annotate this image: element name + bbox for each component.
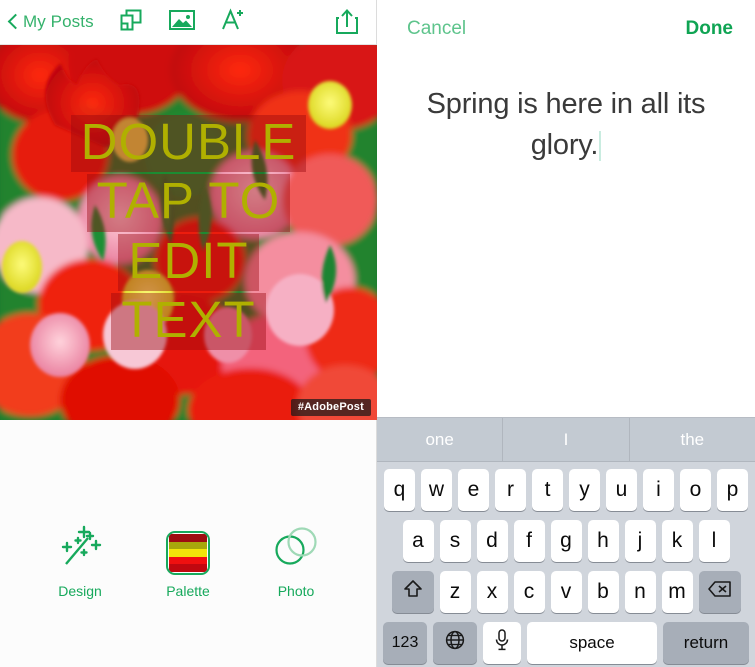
post-canvas[interactable]: DOUBLE TAP TO EDIT TEXT #AdobePost [0,45,377,420]
canvas-text-line: TAP TO [86,174,291,232]
back-button-label: My Posts [23,12,94,31]
palette-tool-button[interactable]: Palette [145,531,231,599]
suggestion-item[interactable]: one [377,418,504,461]
palette-swatch [169,564,207,572]
canvas-text-line: EDIT [118,233,259,291]
palette-swatch [169,534,207,542]
chevron-left-icon [8,13,19,31]
microphone-icon [493,628,511,658]
key-r[interactable]: r [495,469,526,511]
numbers-key[interactable]: 123 [383,622,427,664]
key-s[interactable]: s [439,520,471,562]
keyboard-row-2: a s d f g h j k l [380,520,752,562]
text-editor-header: Cancel Done [377,0,755,58]
key-q[interactable]: q [384,469,415,511]
key-t[interactable]: t [532,469,563,511]
key-c[interactable]: c [513,571,545,613]
key-l[interactable]: l [698,520,730,562]
text-caret [599,131,602,162]
suggestion-item[interactable]: the [630,418,755,461]
post-editor-panel: My Posts DOUBLE TAP TO EDIT TEXT #AdobeP… [0,0,377,667]
on-screen-keyboard: one I the q w e r t y u i o p a s d f g … [377,417,755,667]
canvas-text-overlay[interactable]: DOUBLE TAP TO EDIT TEXT [0,45,377,420]
key-w[interactable]: w [421,469,452,511]
cancel-button[interactable]: Cancel [407,18,466,40]
backspace-icon [707,579,733,605]
suggestion-item[interactable]: I [503,418,630,461]
key-a[interactable]: a [402,520,434,562]
design-tool-button[interactable]: Design [37,524,123,599]
palette-icon [166,531,210,575]
key-k[interactable]: k [661,520,693,562]
key-o[interactable]: o [680,469,711,511]
key-e[interactable]: e [458,469,489,511]
palette-swatch [169,541,207,550]
photo-tool-label: Photo [277,583,315,599]
toolbar-icon-group [118,0,246,45]
keyboard-row-3: z x c v b n m [380,571,752,613]
key-x[interactable]: x [476,571,508,613]
key-u[interactable]: u [606,469,637,511]
key-m[interactable]: m [661,571,693,613]
duplicate-layers-icon[interactable] [118,7,144,38]
microphone-key[interactable] [483,622,521,664]
design-tool-label: Design [58,583,102,599]
keyboard-row-1: q w e r t y u i o p [380,469,752,511]
palette-swatch [169,549,207,557]
keyboard-row-4: 123 space return [380,622,752,664]
share-icon[interactable] [334,8,360,41]
add-text-icon[interactable] [220,7,246,38]
image-icon[interactable] [168,8,196,37]
key-p[interactable]: p [717,469,748,511]
photo-tool-button[interactable]: Photo [253,524,339,599]
text-input-area[interactable]: Spring is here in all its glory. [377,58,755,417]
canvas-text-line: DOUBLE [70,115,307,173]
globe-key[interactable] [433,622,477,664]
keyboard-suggestion-bar: one I the [377,418,755,462]
key-b[interactable]: b [587,571,619,613]
keyboard-rows: q w e r t y u i o p a s d f g h j k l z … [377,462,755,667]
text-input-value: Spring is here in all its glory. [426,88,706,162]
key-v[interactable]: v [550,571,582,613]
palette-tool-label: Palette [166,583,210,599]
return-key[interactable]: return [663,622,749,664]
magic-wand-icon [57,524,103,575]
app-root: My Posts DOUBLE TAP TO EDIT TEXT #AdobeP… [0,0,755,667]
canvas-text-line: TEXT [111,292,266,350]
key-z[interactable]: z [439,571,471,613]
back-to-my-posts-button[interactable]: My Posts [8,12,94,32]
photo-circles-icon [273,524,319,575]
key-d[interactable]: d [476,520,508,562]
key-n[interactable]: n [624,571,656,613]
key-j[interactable]: j [624,520,656,562]
palette-swatch [169,556,207,565]
key-h[interactable]: h [587,520,619,562]
backspace-key[interactable] [698,571,741,613]
shift-key[interactable] [391,571,434,613]
key-f[interactable]: f [513,520,545,562]
editor-toolbar: My Posts [0,0,376,45]
editor-tool-row: Design Palette Photo [0,524,376,599]
space-key[interactable]: space [527,622,657,664]
done-button[interactable]: Done [686,18,734,40]
text-editor-panel: Cancel Done Spring is here in all its gl… [377,0,755,667]
key-g[interactable]: g [550,520,582,562]
key-i[interactable]: i [643,469,674,511]
key-y[interactable]: y [569,469,600,511]
adobe-post-watermark: #AdobePost [290,399,371,416]
shift-arrow-icon [402,578,424,606]
globe-icon [444,629,466,657]
